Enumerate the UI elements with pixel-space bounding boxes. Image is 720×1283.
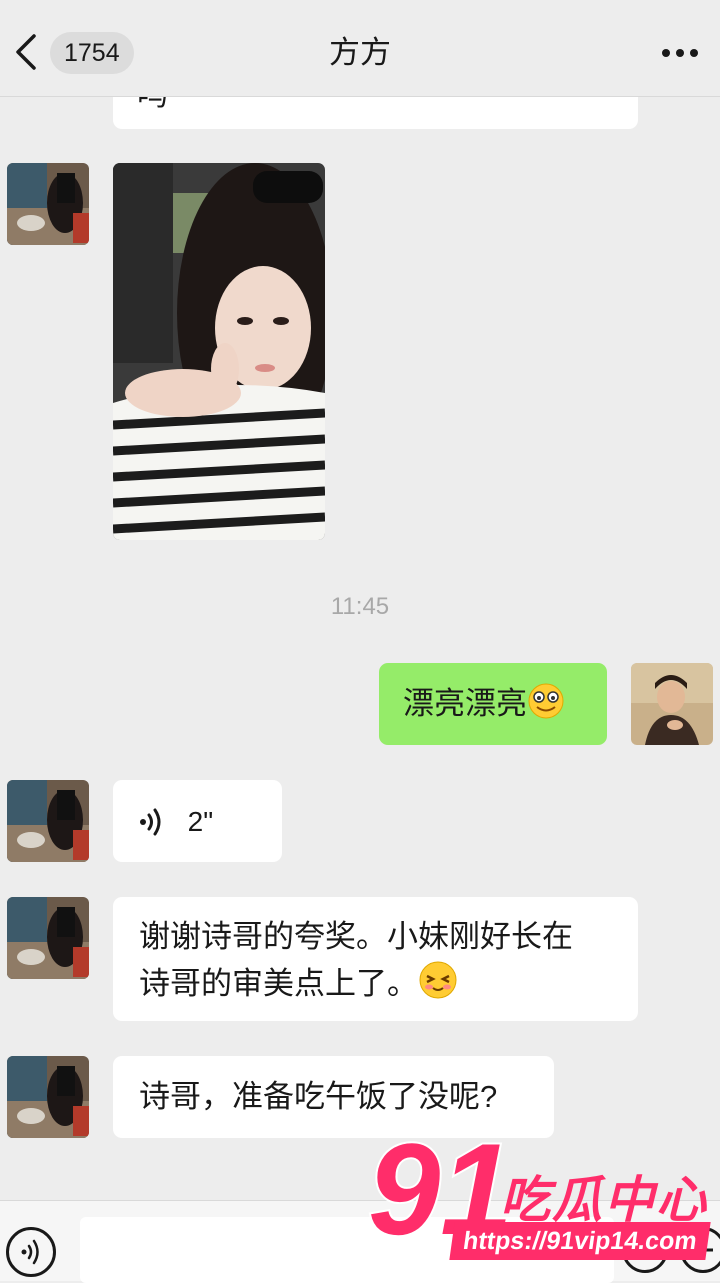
my-avatar-image [631, 663, 713, 745]
contact-avatar[interactable] [7, 1056, 89, 1138]
more-button[interactable] [658, 38, 702, 68]
photo-of-girl [113, 163, 325, 540]
message-text: 吗 [137, 97, 614, 119]
chat-title: 方方 [329, 35, 391, 70]
contact-avatar[interactable] [7, 780, 89, 862]
voice-toggle-icon [21, 1239, 39, 1265]
message-list[interactable]: 吗 [0, 97, 720, 1200]
contact-avatar-image [7, 163, 89, 245]
grinning-emoji-icon [528, 683, 564, 719]
contact-avatar-image [7, 1056, 89, 1138]
message-bubble[interactable]: 谢谢诗哥的夸奖。小妹刚好长在 诗哥的审美点上了。 [113, 897, 638, 1021]
message-text-line: 诗哥的审美点上了。 [139, 966, 418, 1001]
my-message-bubble[interactable]: 漂亮漂亮 [379, 663, 607, 745]
voice-duration: 2" [187, 806, 214, 837]
timestamp: 11:45 [330, 593, 390, 620]
shy-smile-emoji-icon [419, 961, 457, 999]
voice-toggle-button[interactable] [6, 1227, 56, 1277]
message-bubble-partial[interactable]: 吗 [113, 97, 638, 129]
contact-avatar[interactable] [7, 163, 89, 245]
contact-avatar[interactable] [7, 897, 89, 979]
more-dots-icon [662, 49, 698, 57]
voice-message-bubble[interactable]: 2" [113, 780, 282, 862]
chat-header: 1754 方方 [0, 0, 720, 97]
contact-avatar-image [7, 897, 89, 979]
message-text: 诗哥，准备吃午饭了没呢? [139, 1079, 498, 1114]
message-text-line: 谢谢诗哥的夸奖。小妹刚好长在 [139, 919, 573, 954]
message-text: 漂亮漂亮 [403, 686, 527, 721]
voice-wave-icon [140, 808, 161, 836]
image-message[interactable] [113, 163, 325, 540]
contact-avatar-image [7, 780, 89, 862]
my-avatar[interactable] [631, 663, 713, 745]
watermark-url: https://91vip14.com [449, 1222, 711, 1260]
